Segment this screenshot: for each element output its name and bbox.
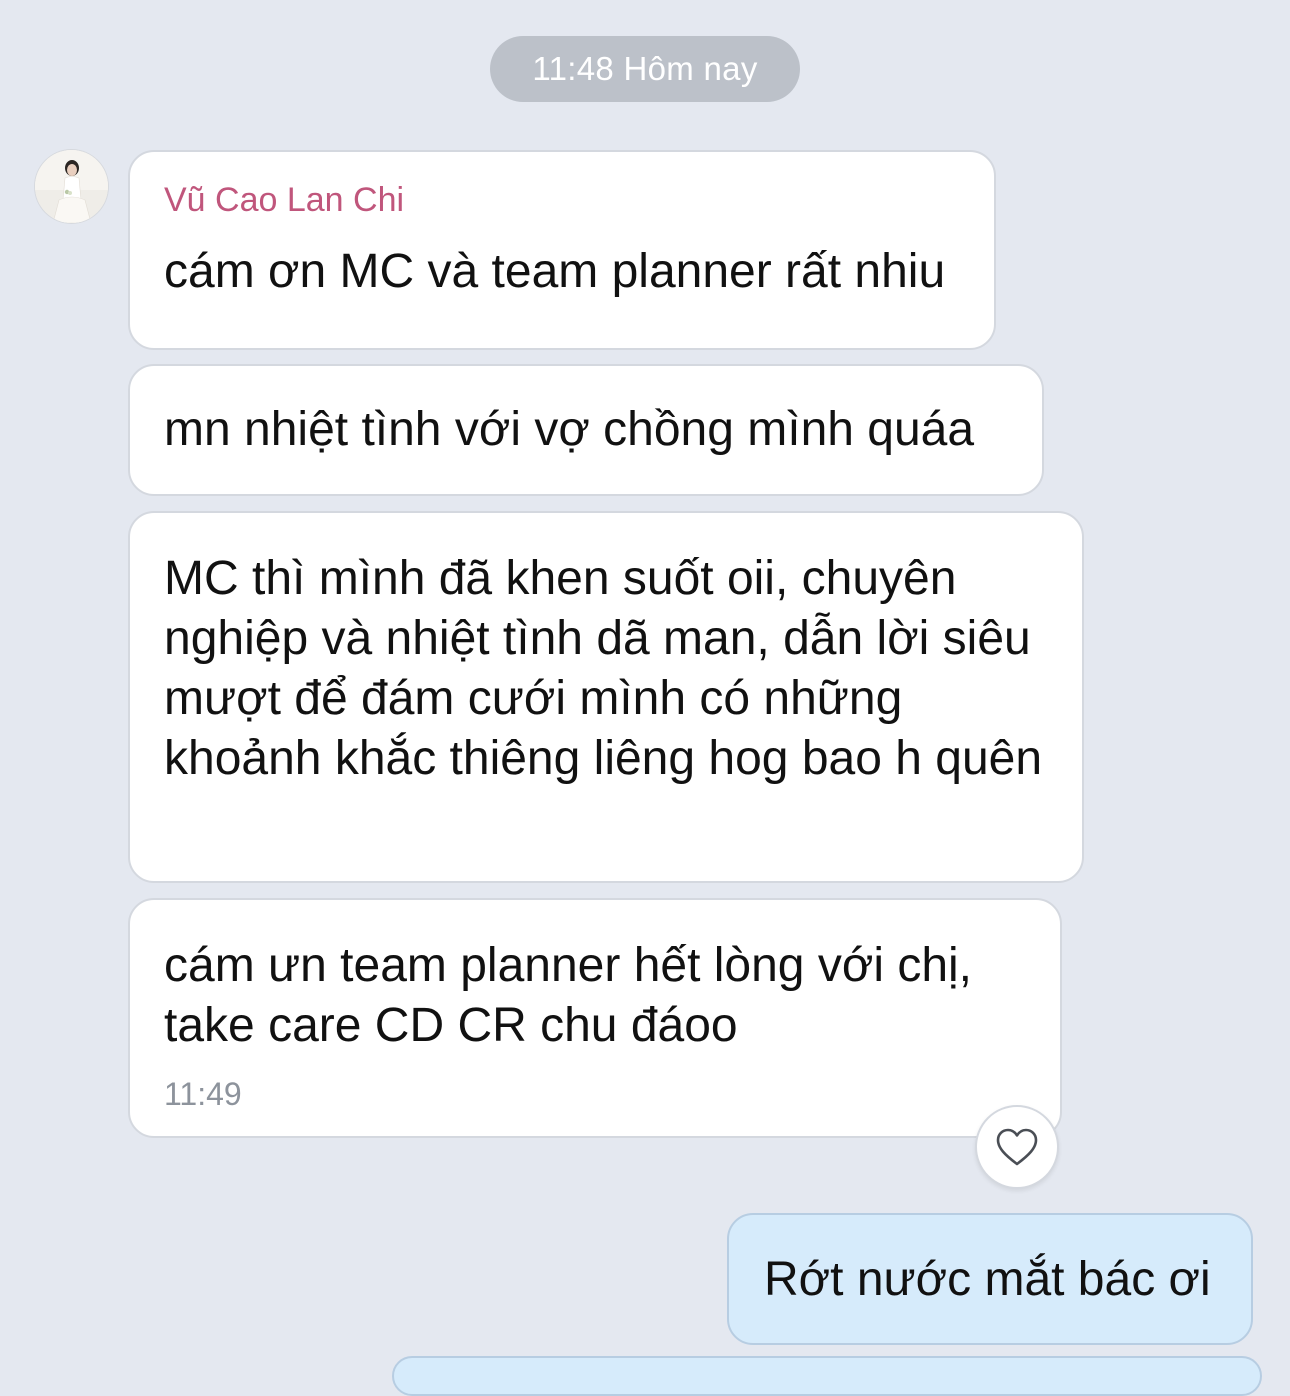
- message-bubble[interactable]: mn nhiệt tình với vợ chồng mình quáa: [128, 364, 1044, 496]
- message-bubble[interactable]: cám ưn team planner hết lòng với chị, ta…: [128, 898, 1062, 1138]
- message-text: Rớt nước mắt bác ơi: [764, 1252, 1211, 1306]
- message-time: 11:49: [164, 1076, 242, 1112]
- heart-icon: [996, 1128, 1038, 1166]
- message-text: cám ưn team planner hết lòng với chị, ta…: [164, 939, 973, 1052]
- outgoing-message-bubble-partial[interactable]: [392, 1356, 1262, 1396]
- message-bubble[interactable]: Vũ Cao Lan Chi cám ơn MC và team planner…: [128, 150, 996, 350]
- date-divider-label: 11:48 Hôm nay: [532, 50, 758, 87]
- message-bubble[interactable]: MC thì mình đã khen suốt oii, chuyên ngh…: [128, 511, 1084, 883]
- date-divider: 11:48 Hôm nay: [490, 36, 800, 102]
- sender-name: Vũ Cao Lan Chi: [164, 181, 405, 219]
- message-text: mn nhiệt tình với vợ chồng mình quáa: [164, 403, 975, 456]
- avatar-image: [35, 150, 108, 223]
- outgoing-message-bubble[interactable]: Rớt nước mắt bác ơi: [727, 1213, 1253, 1345]
- message-text: MC thì mình đã khen suốt oii, chuyên ngh…: [164, 552, 1043, 785]
- message-text: cám ơn MC và team planner rất nhiu: [164, 245, 946, 298]
- sender-avatar[interactable]: [35, 150, 108, 223]
- react-button[interactable]: [975, 1105, 1059, 1189]
